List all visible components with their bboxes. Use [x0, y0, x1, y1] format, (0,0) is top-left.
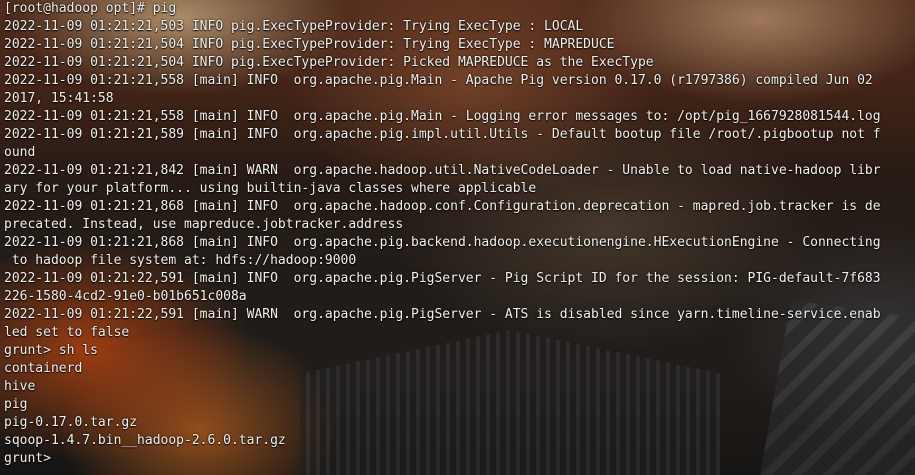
log-line-wrap: 226-1580-4cd2-91e0-b01b651c008a [4, 289, 247, 304]
ls-output-line: hive [4, 379, 36, 394]
ls-output-line: sqoop-1.4.7.bin__hadoop-2.6.0.tar.gz [4, 433, 286, 448]
grunt-prompt-input[interactable]: grunt> [4, 450, 909, 468]
log-line: 2022-11-09 01:21:21,504 INFO pig.ExecTyp… [4, 55, 654, 70]
log-line-wrap: to hadoop file system at: hdfs://hadoop:… [4, 253, 357, 268]
log-line: 2022-11-09 01:21:21,558 [main] INFO org.… [4, 73, 873, 88]
ls-output-line: pig-0.17.0.tar.gz [4, 415, 138, 430]
log-line-wrap: ound [4, 145, 36, 160]
log-line: 2022-11-09 01:21:21,558 [main] INFO org.… [4, 109, 881, 124]
log-line: 2022-11-09 01:21:21,868 [main] INFO org.… [4, 235, 881, 250]
ls-output-line: pig [4, 397, 28, 412]
terminal-window[interactable]: [root@hadoop opt]# pig 2022-11-09 01:21:… [0, 0, 915, 475]
grunt-command-line: grunt> sh ls [4, 343, 98, 358]
shell-prompt-line: [root@hadoop opt]# pig [4, 1, 177, 16]
log-line: 2022-11-09 01:21:21,504 INFO pig.ExecTyp… [4, 37, 615, 52]
log-line-wrap: 2017, 15:41:58 [4, 91, 114, 106]
log-line: 2022-11-09 01:21:21,868 [main] INFO org.… [4, 199, 881, 214]
log-line: 2022-11-09 01:21:22,591 [main] INFO org.… [4, 271, 881, 286]
log-line: 2022-11-09 01:21:21,503 INFO pig.ExecTyp… [4, 19, 584, 34]
log-line-wrap: ary for your platform... using builtin-j… [4, 181, 537, 196]
ls-output-line: containerd [4, 361, 83, 376]
log-line: 2022-11-09 01:21:21,589 [main] INFO org.… [4, 127, 881, 142]
log-line: 2022-11-09 01:21:21,842 [main] WARN org.… [4, 163, 881, 178]
log-line-wrap: precated. Instead, use mapreduce.jobtrac… [4, 217, 404, 232]
log-line-wrap: led set to false [4, 325, 130, 340]
terminal-output: [root@hadoop opt]# pig 2022-11-09 01:21:… [4, 0, 909, 468]
log-line: 2022-11-09 01:21:22,591 [main] WARN org.… [4, 307, 881, 322]
